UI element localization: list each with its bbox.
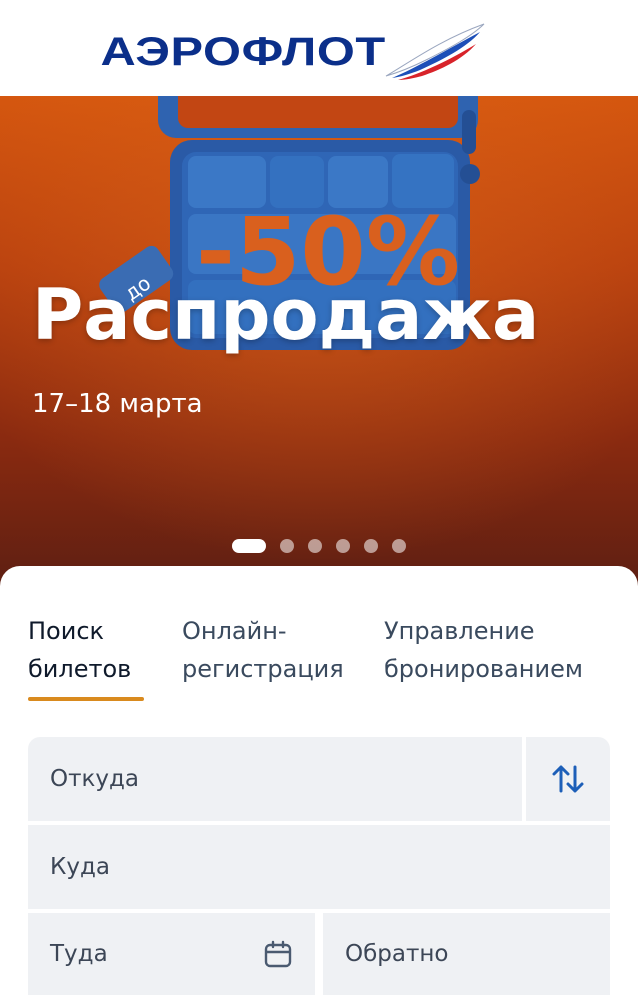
header: АЭРОФЛОТ bbox=[0, 0, 638, 96]
swap-vertical-arrows-icon bbox=[552, 765, 584, 793]
tab-label-line1: Управление bbox=[384, 617, 535, 645]
carousel-pagination bbox=[0, 539, 638, 553]
destination-field[interactable]: Куда bbox=[28, 825, 610, 909]
carousel-dot-1[interactable] bbox=[232, 539, 266, 553]
promo-banner[interactable]: до -50% Распродажа 17–18 марта bbox=[0, 96, 638, 586]
booking-panel: Поиск билетов Онлайн- регистрация Управл… bbox=[0, 566, 638, 995]
active-tab-indicator bbox=[28, 697, 144, 701]
carousel-dot-3[interactable] bbox=[308, 539, 322, 553]
carousel-dot-6[interactable] bbox=[392, 539, 406, 553]
swap-cities-button[interactable] bbox=[526, 737, 610, 821]
depart-placeholder: Туда bbox=[50, 941, 108, 967]
tab-label-line2: билетов bbox=[28, 655, 132, 683]
carousel-dot-2[interactable] bbox=[280, 539, 294, 553]
carousel-dot-4[interactable] bbox=[336, 539, 350, 553]
destination-placeholder: Куда bbox=[50, 854, 110, 880]
banner-title: Распродажа bbox=[32, 274, 540, 356]
logo-text: АЭРОФЛОТ bbox=[100, 29, 386, 74]
banner-dates: 17–18 марта bbox=[32, 389, 203, 419]
origin-placeholder: Откуда bbox=[50, 766, 140, 792]
depart-date-field[interactable]: Туда bbox=[28, 913, 315, 995]
origin-field[interactable]: Откуда bbox=[28, 737, 522, 821]
calendar-icon bbox=[264, 940, 292, 968]
tab-manage-booking[interactable]: Управление бронированием bbox=[384, 612, 583, 688]
tab-label-line2: бронированием bbox=[384, 655, 583, 683]
booking-tabs: Поиск билетов Онлайн- регистрация Управл… bbox=[0, 566, 638, 706]
tab-label-line2: регистрация bbox=[182, 655, 344, 683]
flag-wing-icon bbox=[385, 23, 485, 80]
tab-online-checkin[interactable]: Онлайн- регистрация bbox=[182, 612, 344, 688]
carousel-dot-5[interactable] bbox=[364, 539, 378, 553]
tab-ticket-search[interactable]: Поиск билетов bbox=[28, 612, 131, 688]
aeroflot-logo[interactable]: АЭРОФЛОТ bbox=[101, 22, 486, 82]
tab-label-line1: Поиск bbox=[28, 617, 105, 645]
return-date-field[interactable]: Обратно bbox=[323, 913, 610, 995]
return-placeholder: Обратно bbox=[345, 941, 449, 967]
tab-label-line1: Онлайн- bbox=[182, 617, 287, 645]
